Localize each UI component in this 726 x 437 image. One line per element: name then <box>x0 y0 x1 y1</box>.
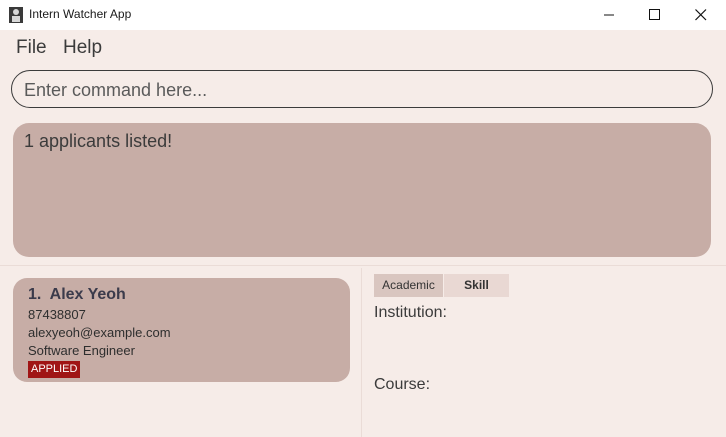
result-message: 1 applicants listed! <box>24 131 173 151</box>
vertical-divider <box>361 268 362 437</box>
title-bar: Intern Watcher App <box>0 0 726 30</box>
horizontal-divider <box>0 265 726 266</box>
applicant-card[interactable]: 1. Alex Yeoh 87438807 alexyeoh@example.c… <box>13 278 350 382</box>
app-body: File Help 1 applicants listed! 1. Alex Y… <box>0 30 726 437</box>
minimize-button[interactable] <box>586 0 632 30</box>
command-box <box>11 70 713 108</box>
applicant-role: Software Engineer <box>28 343 135 358</box>
command-input[interactable] <box>24 78 694 102</box>
applicant-email: alexyeoh@example.com <box>28 325 171 340</box>
minimize-icon <box>604 14 614 16</box>
maximize-icon <box>649 9 660 20</box>
menu-bar: File Help <box>0 30 726 66</box>
applicant-index: 1. <box>28 286 42 303</box>
close-button[interactable] <box>678 0 724 30</box>
app-logo-icon <box>9 7 23 23</box>
institution-label: Institution: <box>374 304 447 321</box>
maximize-button[interactable] <box>632 0 678 30</box>
result-display: 1 applicants listed! <box>13 123 711 257</box>
menu-help[interactable]: Help <box>63 37 102 59</box>
course-label: Course: <box>374 376 431 393</box>
applicant-name-row: 1. Alex Yeoh <box>28 286 126 304</box>
status-badge: APPLIED <box>28 361 81 378</box>
close-icon <box>695 9 707 21</box>
menu-file[interactable]: File <box>16 37 47 59</box>
window-title: Intern Watcher App <box>29 7 132 21</box>
tab-skill[interactable]: Skill <box>444 274 509 297</box>
applicant-name: Alex Yeoh <box>49 286 126 303</box>
tab-academic[interactable]: Academic <box>374 274 443 297</box>
applicant-phone: 87438807 <box>28 307 86 322</box>
